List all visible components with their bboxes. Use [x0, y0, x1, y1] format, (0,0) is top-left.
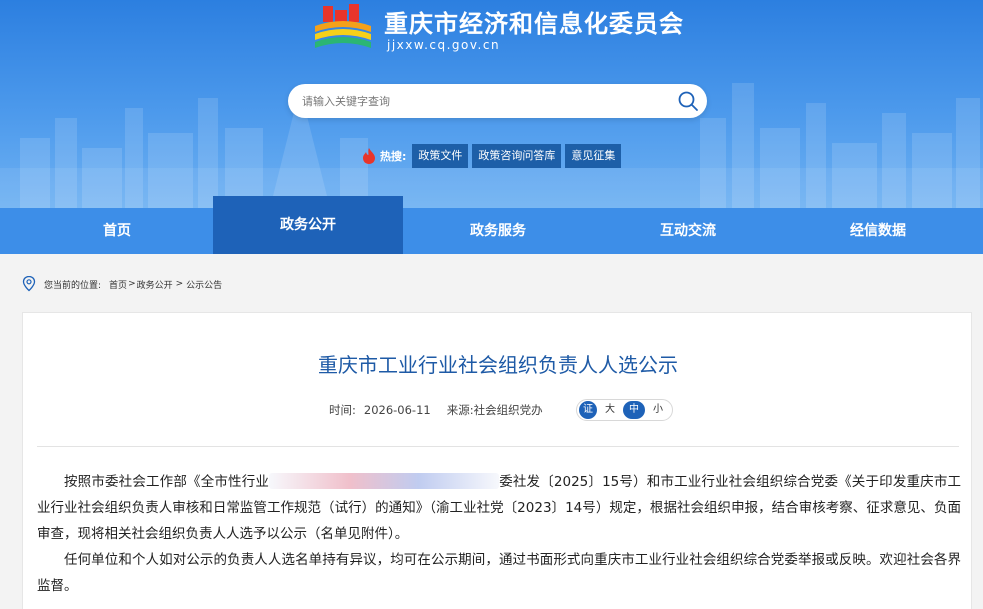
font-size-medium-button[interactable]: 中	[623, 401, 645, 419]
publish-date: 2026-06-11	[363, 403, 431, 417]
hot-search-label: 热搜:	[380, 150, 407, 163]
hot-tag-policy-docs[interactable]: 政策文件	[412, 144, 469, 168]
search-input[interactable]	[302, 84, 672, 118]
nav-item-government-affairs[interactable]: 政务公开	[213, 196, 403, 254]
breadcrumb-separator: >	[128, 279, 136, 289]
article-card: 重庆市工业行业社会组织负责人人选公示 时间: 2026-06-11 来源: 社会…	[22, 312, 972, 609]
breadcrumb-home[interactable]: 首页	[109, 278, 127, 291]
site-title[interactable]: 重庆市经济和信息化委员会	[384, 4, 684, 39]
source-label: 来源:	[446, 403, 474, 417]
font-size-small-button[interactable]: 小	[647, 401, 669, 419]
font-size-switcher: 证 大 中 小	[576, 399, 673, 421]
font-size-large-button[interactable]: 大	[599, 401, 621, 419]
article-title: 重庆市工业行业社会组织负责人人选公示	[318, 353, 678, 377]
search-icon[interactable]	[677, 90, 699, 112]
site-domain: jjxxw.cq.gov.cn	[387, 38, 501, 52]
redacted-text	[269, 473, 500, 489]
site-logo	[315, 4, 371, 48]
article-body: 按照市委社会工作部《全市性行业 委社发〔2025〕15号）和市工业行业社会组织综合…	[37, 469, 961, 599]
hot-search: 热搜: 政策文件 政策咨询问答库 意见征集	[362, 144, 625, 168]
site-header: 重庆市经济和信息化委员会 jjxxw.cq.gov.cn 热搜: 政策文件 政策…	[0, 0, 983, 208]
paragraph-text: 按照市委社会工作部《全市性行业	[64, 474, 270, 490]
article-meta: 时间: 2026-06-11 来源: 社会组织党办	[329, 399, 543, 421]
source-value: 社会组织党办	[473, 403, 543, 417]
breadcrumb-separator: >	[175, 279, 184, 289]
search-box	[288, 84, 707, 118]
location-pin-icon	[22, 276, 36, 292]
nav-item-home[interactable]: 首页	[22, 208, 212, 254]
nav-item-data[interactable]: 经信数据	[783, 208, 973, 254]
breadcrumb-announcements[interactable]: 公示公告	[186, 278, 222, 291]
time-label: 时间:	[329, 403, 356, 417]
breadcrumb-label: 您当前的位置:	[44, 280, 102, 291]
main-nav: 首页 政务公开 政务服务 互动交流 经信数据	[0, 196, 983, 254]
article-paragraph: 任何单位和个人如对公示的负责人人选名单持有异议，均可在公示期间，通过书面形式向重…	[37, 552, 961, 594]
fire-icon	[363, 148, 375, 164]
hot-tag-policy-qa[interactable]: 政策咨询问答库	[472, 144, 562, 168]
breadcrumb-government-affairs[interactable]: 政务公开	[137, 278, 173, 291]
breadcrumb: 您当前的位置: 首页 > 政务公开 > 公示公告	[22, 275, 222, 293]
article-paragraph: 按照市委社会工作部《全市性行业 委社发〔2025〕15号）和市工业行业社会组织综合…	[37, 469, 961, 547]
font-size-icon: 证	[579, 401, 597, 419]
hot-tag-opinion[interactable]: 意见征集	[565, 144, 622, 168]
divider	[37, 446, 959, 447]
nav-item-services[interactable]: 政务服务	[403, 208, 593, 254]
nav-item-interaction[interactable]: 互动交流	[593, 208, 783, 254]
